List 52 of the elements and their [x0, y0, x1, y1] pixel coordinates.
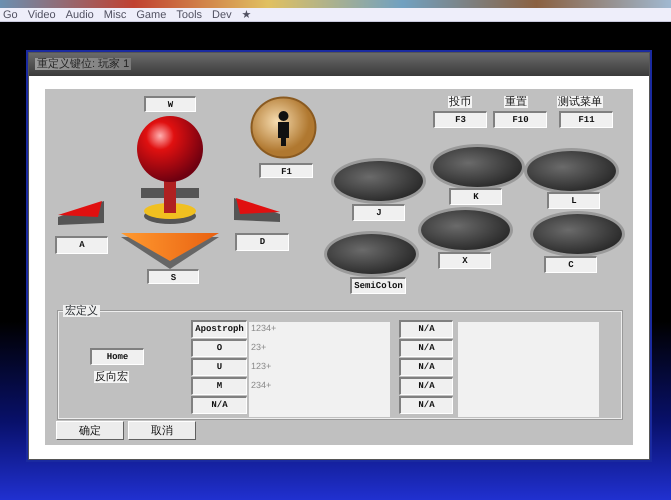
- key-field[interactable]: Apostroph: [191, 320, 247, 338]
- function-label: 重置: [504, 96, 528, 108]
- sequence-text: 1234+: [251, 322, 276, 334]
- sequence-text: 123+: [251, 360, 272, 372]
- key-field[interactable]: K: [449, 188, 502, 205]
- menu-item[interactable]: Video: [24, 8, 63, 21]
- key-field[interactable]: N/A: [399, 358, 453, 376]
- key-field[interactable]: D: [235, 233, 289, 251]
- key-field[interactable]: N/A: [191, 396, 247, 414]
- key-field[interactable]: M: [191, 377, 247, 395]
- menu-item[interactable]: Tools: [173, 8, 210, 21]
- action-button-icon: [433, 147, 522, 187]
- dialog-button[interactable]: 取消: [128, 421, 196, 440]
- key-field[interactable]: O: [191, 339, 247, 357]
- menu-item[interactable]: Go: [0, 8, 25, 21]
- menu-item[interactable]: Audio: [62, 8, 101, 21]
- action-button-icon: [327, 234, 416, 274]
- key-field[interactable]: X: [438, 252, 491, 269]
- key-field[interactable]: F11: [559, 111, 613, 128]
- sequence-text: 23+: [251, 341, 266, 353]
- key-field[interactable]: L: [547, 192, 600, 209]
- dialog-button[interactable]: 确定: [56, 421, 124, 440]
- function-label: 测试菜单: [557, 96, 603, 108]
- key-field[interactable]: N/A: [399, 377, 453, 395]
- key-field[interactable]: J: [352, 204, 405, 221]
- window-title: 重定义键位: 玩家 1: [35, 58, 132, 70]
- menu-item[interactable]: Misc: [100, 8, 134, 21]
- action-button-icon: [334, 161, 423, 201]
- group-legend: 宏定义: [63, 305, 100, 317]
- function-label: 投币: [448, 96, 472, 108]
- action-button-icon: [527, 151, 616, 191]
- key-field[interactable]: SemiColon: [350, 277, 406, 294]
- action-button-icon: [533, 214, 622, 254]
- key-field[interactable]: F1: [259, 163, 313, 178]
- checkbox-label: 反向宏: [94, 371, 129, 383]
- key-field[interactable]: N/A: [399, 396, 453, 414]
- key-field[interactable]: S: [147, 269, 199, 284]
- key-field[interactable]: N/A: [399, 339, 453, 357]
- key-field[interactable]: N/A: [399, 320, 453, 338]
- key-field[interactable]: A: [55, 236, 108, 254]
- key-field[interactable]: F3: [433, 111, 487, 128]
- key-field[interactable]: U: [191, 358, 247, 376]
- menu-item[interactable]: ★: [238, 8, 259, 21]
- key-field[interactable]: W: [144, 96, 196, 112]
- menu-item[interactable]: Game: [133, 8, 174, 21]
- key-field[interactable]: C: [544, 256, 597, 273]
- menu-item[interactable]: Dev: [209, 8, 239, 21]
- action-button-icon: [421, 210, 510, 250]
- key-field[interactable]: F10: [493, 111, 547, 128]
- key-field[interactable]: Home: [90, 348, 144, 365]
- coin-button-icon: [250, 96, 317, 159]
- sequence-text: 234+: [251, 379, 272, 391]
